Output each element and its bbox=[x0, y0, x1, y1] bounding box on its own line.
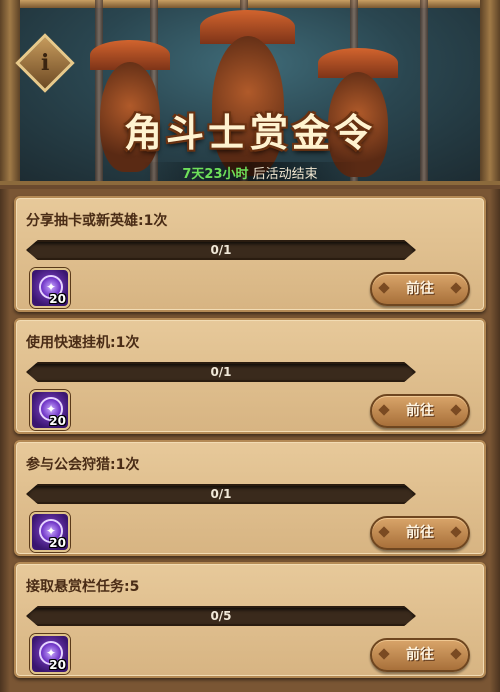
progress-text: 0/5 bbox=[210, 609, 232, 623]
task-title: 接取悬赏栏任务:5 bbox=[26, 579, 140, 595]
go-button[interactable]: 前往 bbox=[370, 394, 470, 428]
reward-item[interactable]: ✦ 20 bbox=[30, 512, 70, 552]
go-button[interactable]: 前往 bbox=[370, 272, 470, 306]
progress-text: 0/1 bbox=[210, 243, 232, 257]
timer-shade: 7天23小时 后活动结束 bbox=[142, 162, 358, 182]
task-title: 使用快速挂机:1次 bbox=[26, 335, 140, 351]
go-button[interactable]: 前往 bbox=[370, 638, 470, 672]
task-list[interactable]: 分享抽卡或新英雄:1次 0/1 ✦ 20 前往 使用快速挂机:1次 0/1 ✦ … bbox=[0, 189, 500, 692]
progress-text: 0/1 bbox=[210, 365, 232, 379]
banner-frame-right bbox=[480, 0, 500, 181]
reward-item[interactable]: ✦ 20 bbox=[30, 390, 70, 430]
banner-frame-left bbox=[0, 0, 20, 181]
timer-remaining: 7天23小时 bbox=[182, 167, 249, 182]
spear-decoration bbox=[420, 0, 428, 181]
timer-suffix: 后活动结束 bbox=[248, 167, 318, 182]
task-title: 分享抽卡或新英雄:1次 bbox=[26, 213, 168, 229]
event-title: 角斗士赏金令 bbox=[123, 111, 376, 155]
event-timer: 7天23小时 后活动结束 bbox=[0, 162, 500, 182]
task-card: 接取悬赏栏任务:5 0/5 ✦ 20 前往 bbox=[14, 562, 486, 678]
task-title: 参与公会狩猎:1次 bbox=[26, 457, 140, 473]
info-button[interactable]: i bbox=[15, 33, 75, 93]
spear-decoration bbox=[95, 0, 103, 181]
task-card: 使用快速挂机:1次 0/1 ✦ 20 前往 bbox=[14, 318, 486, 434]
reward-count: 20 bbox=[49, 414, 66, 428]
reward-item[interactable]: ✦ 20 bbox=[30, 268, 70, 308]
progress-text: 0/1 bbox=[210, 487, 232, 501]
task-card: 分享抽卡或新英雄:1次 0/1 ✦ 20 前往 bbox=[14, 196, 486, 312]
reward-count: 20 bbox=[49, 292, 66, 306]
reward-item[interactable]: ✦ 20 bbox=[30, 634, 70, 674]
info-icon: i bbox=[40, 49, 50, 76]
reward-count: 20 bbox=[49, 658, 66, 672]
reward-count: 20 bbox=[49, 536, 66, 550]
task-card: 参与公会狩猎:1次 0/1 ✦ 20 前往 bbox=[14, 440, 486, 556]
go-button[interactable]: 前往 bbox=[370, 516, 470, 550]
event-banner: i 角斗士赏金令 7天23小时 后活动结束 bbox=[0, 0, 500, 185]
